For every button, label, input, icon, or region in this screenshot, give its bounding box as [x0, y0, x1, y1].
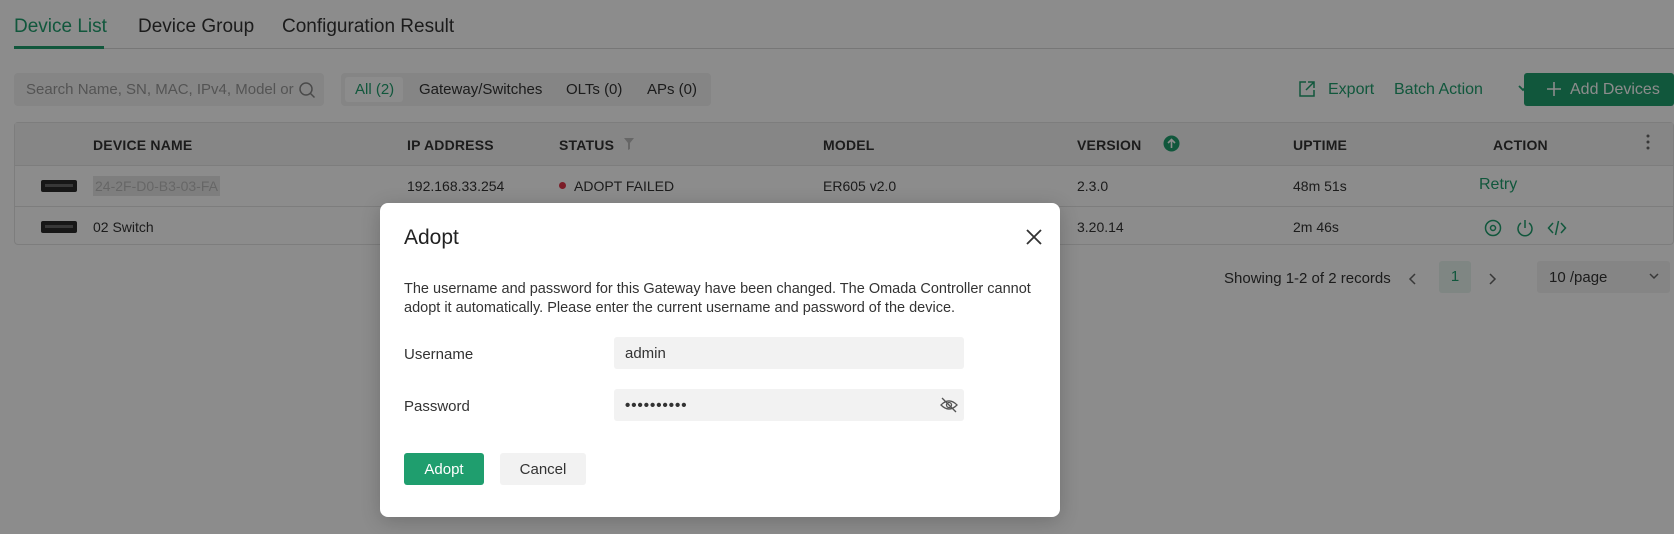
- dialog-message: The username and password for this Gatew…: [404, 281, 1031, 316]
- cancel-button[interactable]: Cancel: [500, 453, 586, 485]
- password-input[interactable]: [614, 389, 934, 421]
- dialog-title: Adopt: [404, 226, 459, 249]
- username-field-box: [614, 337, 964, 369]
- eye-off-icon[interactable]: [940, 396, 958, 414]
- username-input[interactable]: [614, 337, 934, 369]
- username-label: Username: [404, 346, 474, 363]
- close-icon[interactable]: [1024, 227, 1044, 247]
- adopt-button[interactable]: Adopt: [404, 453, 484, 485]
- password-label: Password: [404, 398, 470, 415]
- adopt-dialog: Adopt The username and password for this…: [380, 203, 1060, 517]
- password-field-box: [614, 389, 964, 421]
